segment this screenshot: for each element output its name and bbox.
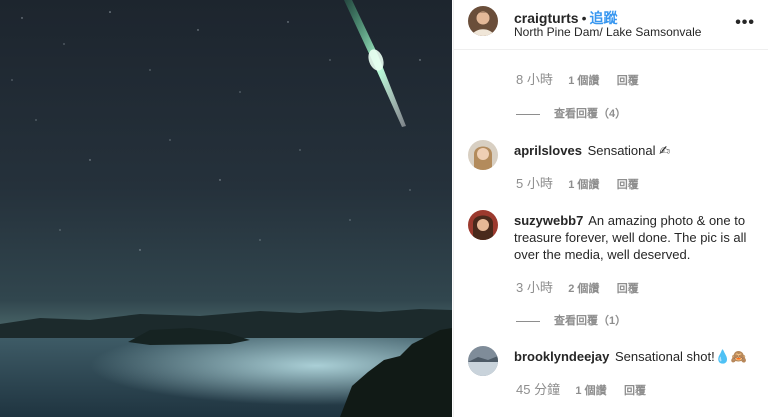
comment-time: 8 小時 xyxy=(516,72,553,87)
user-avatar-icon xyxy=(468,140,498,170)
post-username[interactable]: craigturts xyxy=(514,10,579,26)
reply-button[interactable]: 回覆 xyxy=(624,385,646,397)
comment-time: 45 分鐘 xyxy=(516,382,561,397)
view-replies-button[interactable]: 查看回覆（1） xyxy=(516,312,626,328)
comment-meta: 45 分鐘 1 個讚 回覆 xyxy=(516,379,660,398)
comment-username[interactable]: aprilsloves xyxy=(514,143,582,158)
divider-line xyxy=(516,320,540,322)
view-replies-label: 查看回覆（1） xyxy=(554,315,627,327)
avatar[interactable] xyxy=(468,210,498,240)
comments-panel: craigturts • 追蹤 North Pine Dam/ Lake Samso… xyxy=(453,0,768,417)
user-avatar-icon xyxy=(468,6,498,36)
follow-button[interactable]: 追蹤 xyxy=(589,10,617,26)
comment-text: suzywebb7 An amazing photo & one to trea… xyxy=(514,212,754,263)
comment-likes[interactable]: 1 個讚 xyxy=(575,385,606,397)
view-replies-button[interactable]: 查看回覆（4） xyxy=(516,105,626,121)
night-sky-meteor-image xyxy=(0,0,452,417)
separator-dot: • xyxy=(581,10,587,26)
reply-button[interactable]: 回覆 xyxy=(617,283,639,295)
comment-time: 5 小時 xyxy=(516,176,553,191)
view-replies-label: 查看回覆（4） xyxy=(554,108,627,120)
user-avatar-icon xyxy=(468,210,498,240)
post-header: craigturts • 追蹤 North Pine Dam/ Lake Samso… xyxy=(454,0,768,50)
divider-line xyxy=(516,113,540,115)
comment-time: 3 小時 xyxy=(516,280,553,295)
post-photo[interactable] xyxy=(0,0,452,417)
comment-meta: 5 小時 1 個讚 回覆 xyxy=(516,173,653,192)
comment-text: brooklyndeejay Sensational shot!💧🙈 xyxy=(514,348,754,365)
more-options-icon[interactable]: ••• xyxy=(735,14,755,32)
comment-text: aprilsloves Sensational ✍ xyxy=(514,142,754,159)
comment-likes[interactable]: 2 個讚 xyxy=(568,283,599,295)
comment-meta: 3 小時 2 個讚 回覆 xyxy=(516,277,653,296)
user-avatar-icon xyxy=(468,346,498,376)
avatar[interactable] xyxy=(468,6,498,36)
comment-username[interactable]: brooklyndeejay xyxy=(514,349,609,364)
comment-likes[interactable]: 1 個讚 xyxy=(568,179,599,191)
avatar[interactable] xyxy=(468,346,498,376)
comment-likes[interactable]: 1 個讚 xyxy=(568,75,599,87)
reply-button[interactable]: 回覆 xyxy=(617,75,639,87)
post-location[interactable]: North Pine Dam/ Lake Samsonvale xyxy=(514,25,701,39)
avatar[interactable] xyxy=(468,140,498,170)
comment-username[interactable]: suzywebb7 xyxy=(514,213,583,228)
comment-meta: 8 小時 1 個讚 回覆 xyxy=(516,69,653,88)
comment-body: Sensational ✍ xyxy=(587,143,671,158)
comment-body: Sensational shot!💧🙈 xyxy=(615,349,748,364)
reply-button[interactable]: 回覆 xyxy=(617,179,639,191)
